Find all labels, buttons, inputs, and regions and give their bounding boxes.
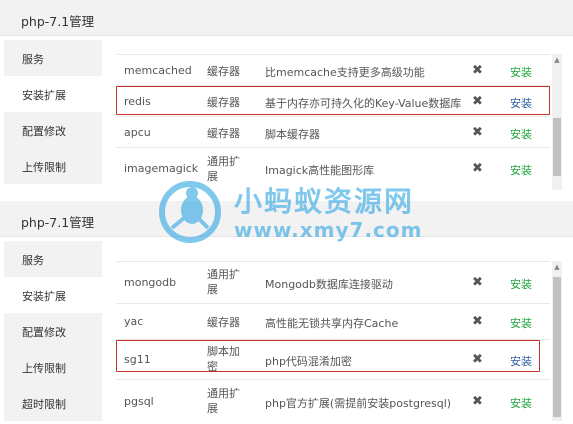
extension-description: 比memcache支持更多高级功能: [265, 66, 425, 79]
extensions-table: memcached 缓存器 比memcache支持更多高级功能 ✖ 安装 red…: [116, 54, 550, 190]
extension-description: php官方扩展(需提前安装postgresql): [265, 397, 452, 410]
sidebar-item-upload-limit[interactable]: 上传限制: [4, 349, 102, 385]
install-button[interactable]: 安装: [510, 395, 532, 411]
panel-title: php-7.1管理: [21, 215, 95, 230]
table-row: yac 缓存器 高性能无锁共享内存Cache ✖ 安装: [116, 304, 550, 340]
sidebar-item-timeout-limit[interactable]: 超时限制: [4, 385, 102, 421]
extension-name: pgsql: [124, 395, 154, 408]
install-button[interactable]: 安装: [510, 162, 532, 178]
table-row: pgsql 通用扩展 php官方扩展(需提前安装postgresql) ✖ 安装: [116, 380, 550, 424]
extension-type: 缓存器: [207, 127, 240, 140]
status-x-icon: ✖: [472, 352, 483, 367]
table-row: redis 缓存器 基于内存亦可持久化的Key-Value数据库 ✖ 安装: [116, 86, 550, 117]
scrollbar[interactable]: ▲: [552, 54, 562, 190]
status-x-icon: ✖: [472, 275, 483, 290]
sidebar-item-label: 超时限制: [22, 398, 66, 411]
sidebar-item-install-extensions[interactable]: 安装扩展: [4, 277, 102, 313]
install-button[interactable]: 安装: [510, 64, 532, 80]
sidebar-item-install-extensions[interactable]: 安装扩展: [4, 76, 102, 112]
install-button[interactable]: 安装: [510, 276, 532, 292]
sidebar-item-label: 配置修改: [22, 326, 66, 339]
status-x-icon: ✖: [472, 94, 483, 109]
extension-description: Mongodb数据库连接驱动: [265, 278, 393, 291]
sidebar-item-service[interactable]: 服务: [4, 40, 102, 76]
panel-title-bar: php-7.1管理: [0, 0, 573, 36]
sidebar-item-label: 安装扩展: [22, 290, 66, 303]
table-row: imagemagick 通用扩展 Imagick高性能图形库 ✖ 安装: [116, 148, 550, 190]
install-button[interactable]: 安装: [510, 353, 532, 369]
scrollbar[interactable]: ▲: [552, 261, 562, 421]
extension-description: 基于内存亦可持久化的Key-Value数据库: [265, 97, 462, 110]
extension-name: mongodb: [124, 276, 177, 289]
extension-type: 缓存器: [207, 65, 240, 78]
table-row: mongodb 通用扩展 Mongodb数据库连接驱动 ✖ 安装: [116, 262, 550, 304]
extensions-table: mongodb 通用扩展 Mongodb数据库连接驱动 ✖ 安装 yac 缓存器…: [116, 261, 550, 424]
status-x-icon: ✖: [472, 314, 483, 329]
extension-name: imagemagick: [124, 162, 199, 175]
scroll-up-icon[interactable]: ▲: [552, 261, 562, 273]
status-x-icon: ✖: [472, 161, 483, 176]
sidebar-item-label: 配置修改: [22, 125, 66, 138]
extension-type: 缓存器: [207, 96, 240, 109]
extension-description: 高性能无锁共享内存Cache: [265, 317, 399, 330]
table-row: sg11 脚本加密 php代码混淆加密 ✖ 安装: [116, 340, 550, 380]
sidebar-item-label: 上传限制: [22, 362, 66, 375]
status-x-icon: ✖: [472, 125, 483, 140]
extension-name: redis: [124, 95, 151, 108]
table-row: apcu 缓存器 脚本缓存器 ✖ 安装: [116, 117, 550, 148]
status-x-icon: ✖: [472, 63, 483, 78]
scroll-thumb[interactable]: [553, 118, 561, 176]
sidebar-item-upload-limit[interactable]: 上传限制: [4, 148, 102, 184]
install-button[interactable]: 安装: [510, 315, 532, 331]
extension-type: 通用扩展: [207, 268, 240, 296]
panel-title-bar: php-7.1管理: [0, 201, 573, 237]
php-manager-panel-1: php-7.1管理 服务 安装扩展 配置修改 上传限制 memcached 缓存…: [0, 0, 573, 196]
extension-type: 通用扩展: [207, 387, 240, 415]
extension-description: 脚本缓存器: [265, 128, 320, 141]
sidebar-item-label: 服务: [22, 254, 44, 267]
extension-name: yac: [124, 315, 144, 328]
status-x-icon: ✖: [472, 394, 483, 409]
sidebar-item-config[interactable]: 配置修改: [4, 313, 102, 349]
scroll-thumb[interactable]: [553, 277, 561, 417]
extension-name: memcached: [124, 64, 192, 77]
extension-description: php代码混淆加密: [265, 355, 352, 368]
sidebar-item-label: 安装扩展: [22, 89, 66, 102]
panel-title: php-7.1管理: [21, 14, 95, 29]
extension-name: apcu: [124, 126, 151, 139]
install-button[interactable]: 安装: [510, 126, 532, 142]
install-button[interactable]: 安装: [510, 95, 532, 111]
extension-type: 脚本加密: [207, 345, 240, 373]
sidebar-item-label: 服务: [22, 53, 44, 66]
extension-type: 通用扩展: [207, 155, 240, 183]
sidebar-item-config[interactable]: 配置修改: [4, 112, 102, 148]
extension-type: 缓存器: [207, 316, 240, 329]
table-row: memcached 缓存器 比memcache支持更多高级功能 ✖ 安装: [116, 55, 550, 86]
scroll-up-icon[interactable]: ▲: [552, 54, 562, 66]
extension-name: sg11: [124, 353, 151, 366]
sidebar-item-label: 上传限制: [22, 161, 66, 174]
php-manager-panel-2: php-7.1管理 服务 安装扩展 配置修改 上传限制 超时限制 mongodb…: [0, 201, 573, 424]
sidebar-item-service[interactable]: 服务: [4, 241, 102, 277]
extension-description: Imagick高性能图形库: [265, 164, 375, 177]
